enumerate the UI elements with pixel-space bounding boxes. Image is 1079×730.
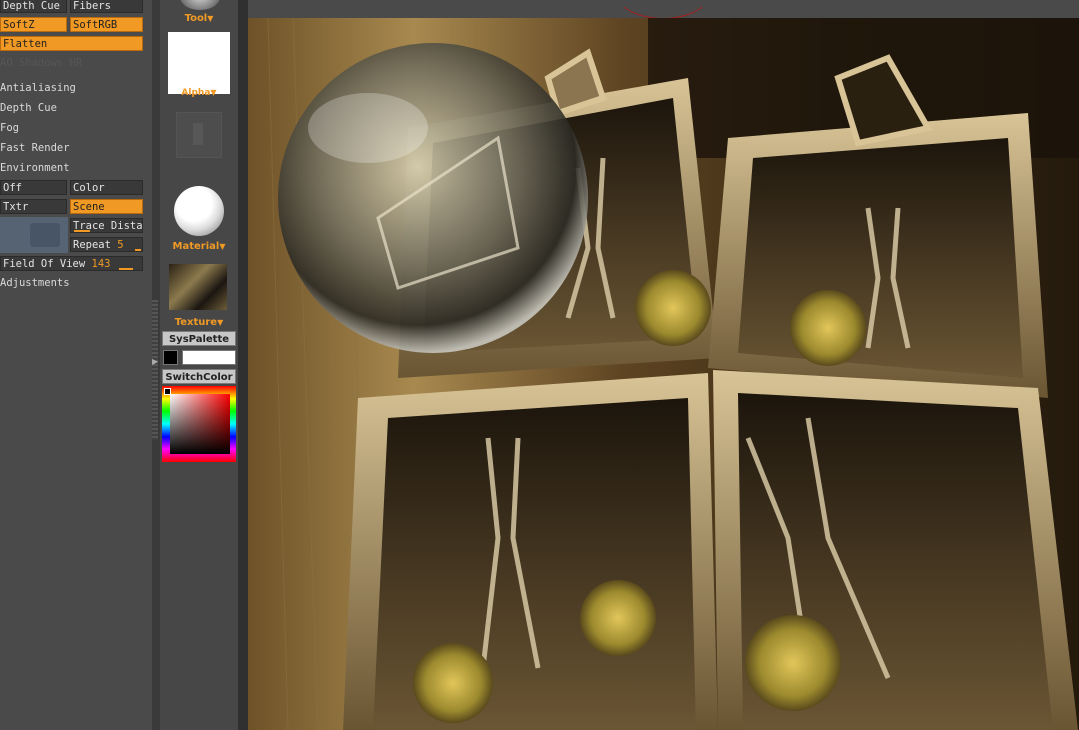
- alpha-label: Alpha: [181, 88, 211, 98]
- secondary-color-swatch[interactable]: [182, 350, 236, 365]
- tool-menu[interactable]: Tool▼: [160, 13, 238, 24]
- color-saturation-field[interactable]: [170, 394, 230, 454]
- alpha-thumbnail[interactable]: [168, 32, 230, 94]
- fast-render-header[interactable]: Fast Render: [0, 141, 70, 155]
- zbrush-window: Depth Cue Fibers SoftZ SoftRGB Flatten A…: [0, 0, 1079, 730]
- rendered-scene: [248, 18, 1079, 730]
- adjustments-header[interactable]: Adjustments: [0, 276, 70, 290]
- syspalette-button[interactable]: SysPalette: [162, 331, 236, 346]
- env-scene-button[interactable]: Scene: [70, 199, 143, 214]
- env-off-button[interactable]: Off: [0, 180, 67, 195]
- ao-shadows-label: AO Shadows HR: [0, 57, 83, 69]
- alpha-menu[interactable]: Alpha▼: [160, 88, 238, 98]
- field-of-view-value: 143: [91, 258, 111, 270]
- field-of-view-level: [119, 268, 133, 270]
- collapse-arrow-icon[interactable]: ▶: [152, 357, 158, 366]
- texture-menu[interactable]: Texture▼: [160, 317, 238, 328]
- repeat-value: 5: [117, 239, 124, 251]
- repeat-label: Repeat: [73, 239, 111, 251]
- render-sub-palette: Depth Cue Fibers SoftZ SoftRGB Flatten A…: [0, 0, 152, 730]
- material-menu[interactable]: Material▼: [160, 241, 238, 252]
- chevron-down-icon: ▼: [207, 14, 214, 23]
- repeat-slider[interactable]: Repeat 5: [70, 237, 143, 252]
- panel-resize-handle[interactable]: [152, 300, 158, 440]
- repeat-level: [135, 249, 141, 251]
- trace-distance-level: [74, 230, 90, 232]
- env-txtr-button[interactable]: Txtr: [0, 199, 67, 214]
- material-label: Material: [172, 241, 220, 252]
- document-canvas[interactable]: [248, 18, 1079, 730]
- flatten-button[interactable]: Flatten: [0, 36, 143, 51]
- main-color-swatch[interactable]: [163, 350, 178, 365]
- texture-thumbnail[interactable]: [169, 264, 227, 310]
- environment-thumbnail[interactable]: [0, 217, 68, 253]
- color-picker[interactable]: [162, 386, 236, 462]
- field-of-view-label: Field Of View: [3, 258, 86, 270]
- softz-button[interactable]: SoftZ: [0, 17, 67, 32]
- tool-tray: Tool▼ Alpha▼ Material▼ Texture▼ SysPalet…: [160, 0, 238, 730]
- texture-label: Texture: [174, 317, 218, 328]
- depth-cue-header[interactable]: Depth Cue: [0, 101, 57, 115]
- chevron-down-icon: ▼: [217, 318, 224, 327]
- softrgb-button[interactable]: SoftRGB: [70, 17, 143, 32]
- env-color-button[interactable]: Color: [70, 180, 143, 195]
- tool-thumbnail[interactable]: [180, 0, 220, 10]
- switchcolor-button[interactable]: SwitchColor: [162, 369, 236, 384]
- chevron-down-icon: ▼: [219, 242, 226, 251]
- tray-divider: [238, 0, 248, 730]
- depth-cue-button[interactable]: Depth Cue: [0, 0, 67, 13]
- fibers-button[interactable]: Fibers: [70, 0, 143, 13]
- disabled-stroke-icon: [176, 112, 222, 158]
- material-thumbnail[interactable]: [174, 186, 224, 236]
- fog-header[interactable]: Fog: [0, 121, 19, 135]
- environment-header[interactable]: Environment: [0, 161, 70, 175]
- antialiasing-header[interactable]: Antialiasing: [0, 81, 76, 95]
- color-picker-handle[interactable]: [164, 388, 171, 395]
- chevron-down-icon: ▼: [210, 88, 217, 97]
- tool-label: Tool: [184, 13, 208, 24]
